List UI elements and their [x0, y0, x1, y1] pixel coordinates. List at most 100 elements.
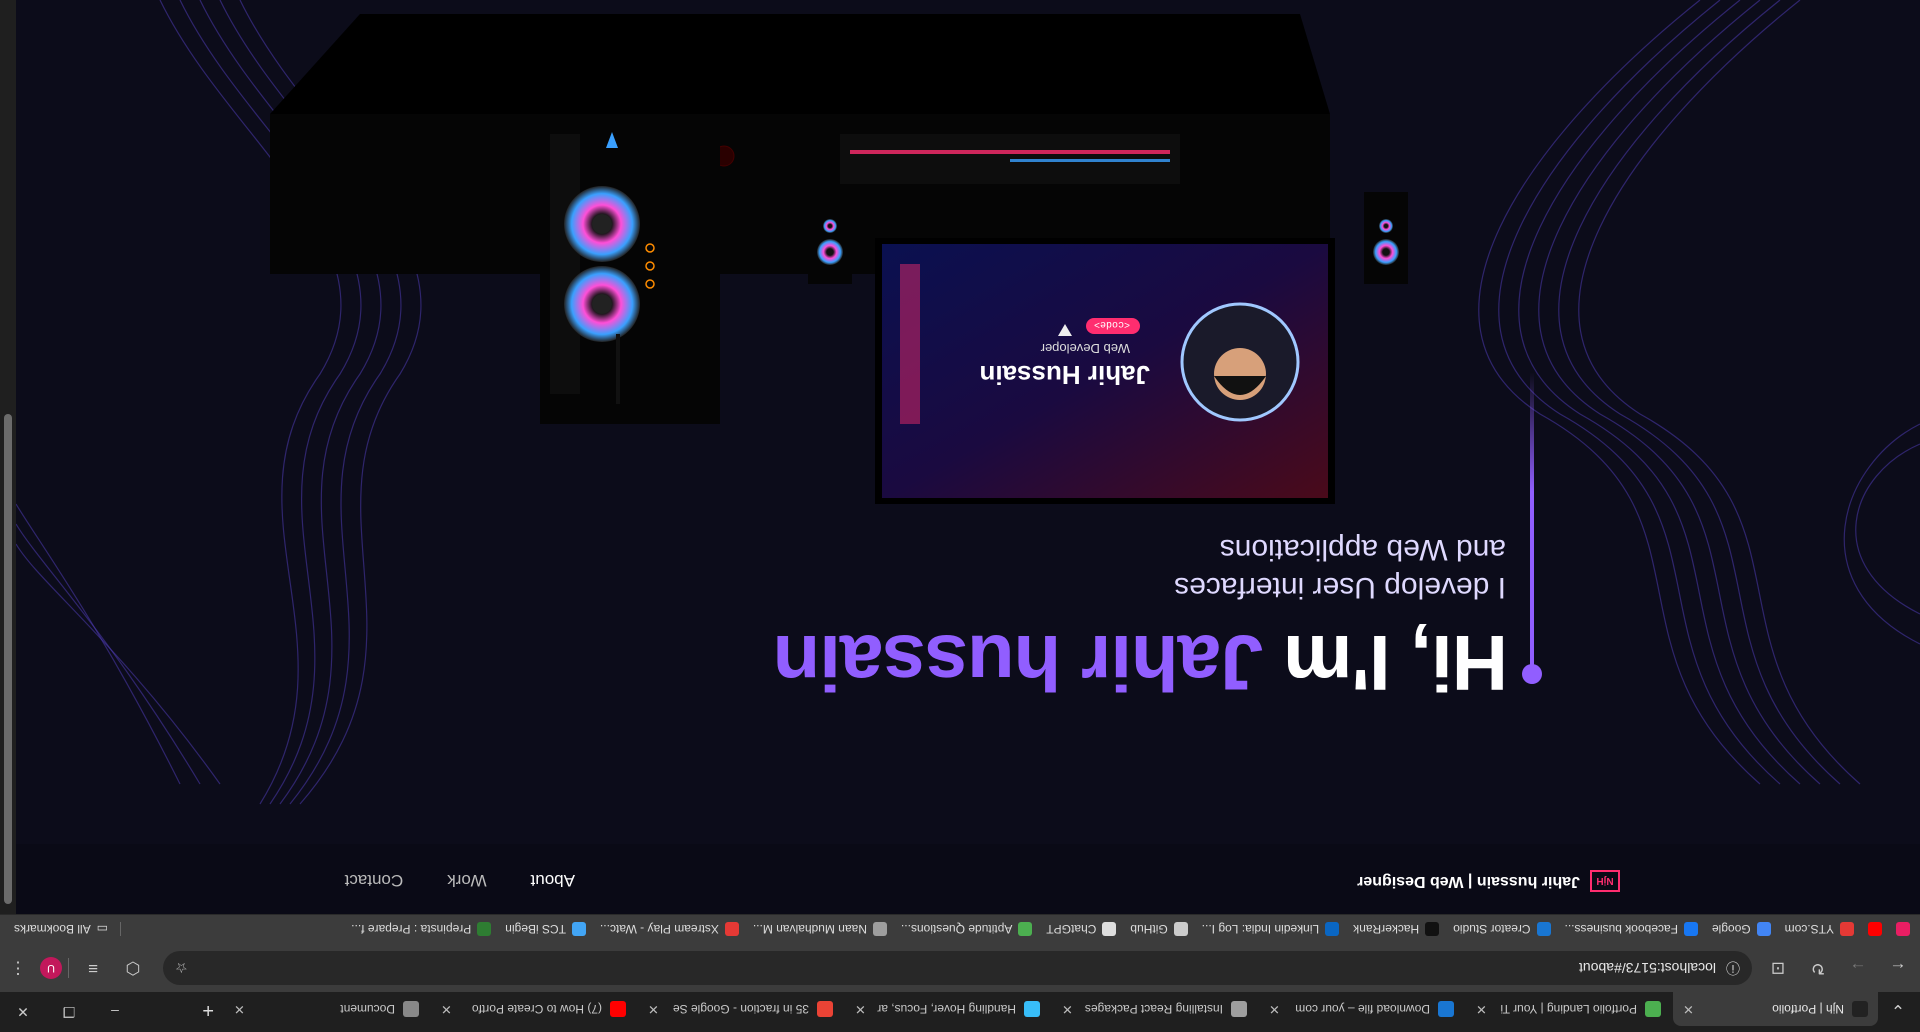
bookmark-6[interactable]: HackerRank: [1353, 922, 1440, 937]
bookmark-star-icon[interactable]: ☆: [175, 960, 188, 977]
tab-title: Document: [340, 1002, 395, 1016]
tab-title: 35 in fraction - Google Se: [672, 1002, 809, 1016]
screen: ⌄ Njh | Portfolio ✕ Portfolio Landing | Yo…: [0, 0, 1920, 1032]
tab-5[interactable]: 35 in fraction - Google Se ✕: [638, 992, 843, 1026]
bookmark-13[interactable]: TCS iBegin: [505, 922, 586, 937]
folder-icon: ▭: [96, 922, 109, 937]
url-text: localhost:5173/#about: [1579, 960, 1716, 976]
nav-link-about[interactable]: About: [531, 870, 575, 890]
menu-kebab-icon[interactable]: ⋮: [0, 950, 36, 986]
code-badge-text: <code>: [1094, 318, 1130, 330]
tab-2[interactable]: Download file – your com ✕: [1259, 992, 1464, 1026]
tab-7[interactable]: Document ✕: [224, 992, 429, 1026]
bookmark-11[interactable]: Naan Mudhalvan M...: [752, 922, 887, 937]
bookmark-10[interactable]: Aptitude Questions...: [901, 922, 1033, 937]
screen-neon: [900, 264, 920, 424]
tab-close-icon[interactable]: ✕: [1062, 1001, 1073, 1017]
bookmark-favicon-icon: [1536, 922, 1551, 937]
bookmark-1[interactable]: [1868, 922, 1882, 937]
bookmark-favicon-icon: [1173, 922, 1188, 937]
tab-favicon-icon: [403, 1001, 419, 1017]
window-controls: – ❐ ✕: [0, 992, 138, 1032]
tab-title: Portfolio Landing | Your Ti: [1500, 1002, 1637, 1016]
bookmark-label: Facebook business...: [1564, 922, 1678, 937]
tab-3[interactable]: Installing React Packages ✕: [1052, 992, 1257, 1026]
tab-title: Installing React Packages: [1084, 1002, 1223, 1016]
close-window-icon[interactable]: ✕: [0, 992, 46, 1032]
all-bookmarks[interactable]: ▭ All Bookmarks: [14, 922, 122, 937]
brand-text: Jahir hussain | Web Designer: [1357, 873, 1580, 890]
pc-cable: [616, 334, 620, 404]
site-logo[interactable]: NjH Jahir hussain | Web Designer: [1357, 870, 1620, 892]
tab-title: Download file – your com: [1295, 1002, 1430, 1016]
speaker-left-tweeter: [1379, 219, 1393, 233]
tab-close-icon[interactable]: ✕: [1269, 1001, 1280, 1017]
pc-tower-glass: [550, 134, 580, 394]
page-scrollbar[interactable]: [0, 0, 16, 914]
tab-close-icon[interactable]: ✕: [648, 1001, 659, 1017]
bookmark-9[interactable]: ChatGPT: [1046, 922, 1117, 937]
profile-avatar[interactable]: U: [40, 957, 62, 979]
tab-close-icon[interactable]: ✕: [441, 1001, 452, 1017]
tab-4[interactable]: Handling Hover, Focus, ar ✕: [845, 992, 1050, 1026]
reading-list-icon[interactable]: ≡: [75, 950, 111, 986]
nav-link-contact[interactable]: Contact: [345, 870, 404, 890]
pc-fan-top-hub: [592, 294, 612, 314]
bookmark-12[interactable]: Xstream Play - Watc...: [600, 922, 739, 937]
save-page-icon[interactable]: ⊡: [1760, 950, 1796, 986]
tab-favicon-icon: [1231, 1001, 1247, 1017]
tab-close-icon[interactable]: ✕: [1476, 1001, 1487, 1017]
bookmark-0[interactable]: [1896, 922, 1910, 937]
tab-search-icon[interactable]: ⌄: [1880, 992, 1916, 1028]
bookmark-favicon-icon: [571, 922, 586, 937]
new-tab-button[interactable]: +: [202, 998, 214, 1021]
nav-link-work[interactable]: Work: [447, 870, 486, 890]
bookmark-8[interactable]: GitHub: [1130, 922, 1188, 937]
bookmark-favicon-icon: [1325, 922, 1340, 937]
bookmark-14[interactable]: Prepinsta : Prepare f...: [351, 922, 492, 937]
speaker-right-woofer: [817, 239, 843, 265]
tab-close-icon[interactable]: ✕: [234, 1001, 245, 1017]
bookmark-favicon-icon: [1840, 922, 1854, 937]
desk-front: [270, 14, 1330, 114]
bookmark-2[interactable]: YTS.com: [1785, 922, 1854, 937]
tab-favicon-icon: [1024, 1001, 1040, 1017]
bookmark-7[interactable]: Linkedin India: Log I...: [1201, 922, 1340, 937]
monitor-role: Web Developer: [1040, 341, 1130, 356]
bookmark-label: TCS iBegin: [505, 922, 566, 937]
scrollbar-thumb[interactable]: [4, 414, 12, 904]
bookmark-5[interactable]: Creator Studio: [1453, 922, 1551, 937]
bookmark-3[interactable]: Google: [1712, 922, 1771, 937]
hero-subtitle-line-1: I develop User interfaces: [1174, 571, 1506, 604]
tab-title: Handling Hover, Focus, ar: [877, 1002, 1016, 1016]
bookmark-label: Naan Mudhalvan M...: [752, 922, 867, 937]
hero-headline: Hi, I'm Jahir hussain: [774, 617, 1508, 708]
bookmark-4[interactable]: Facebook business...: [1564, 922, 1698, 937]
tab-favicon-icon: [1852, 1001, 1868, 1017]
minimize-icon[interactable]: –: [92, 992, 138, 1032]
speaker-right-tweeter: [823, 219, 837, 233]
tab-6[interactable]: (7) How to Create Portfo ✕: [431, 992, 636, 1026]
reload-icon[interactable]: ↻: [1800, 950, 1836, 986]
restore-icon[interactable]: ❐: [46, 992, 92, 1032]
hero-section: Jahir Hussain Web Developer <code> Hi, I…: [16, 0, 1920, 844]
tab-favicon-icon: [817, 1001, 833, 1017]
tab-0[interactable]: Njh | Portfolio ✕: [1673, 992, 1878, 1026]
tab-close-icon[interactable]: ✕: [855, 1001, 866, 1017]
bookmark-favicon-icon: [1018, 922, 1033, 937]
tab-favicon-icon: [1645, 1001, 1661, 1017]
forward-icon[interactable]: →: [1840, 950, 1876, 986]
speaker-left: [1364, 192, 1408, 284]
address-bar[interactable]: ⓘ localhost:5173/#about ☆: [163, 951, 1752, 985]
site-info-icon[interactable]: ⓘ: [1726, 958, 1740, 978]
back-icon[interactable]: ←: [1880, 950, 1916, 986]
bookmark-label: Creator Studio: [1453, 922, 1531, 937]
page: NjH Jahir hussain | Web Designer About W…: [16, 0, 1920, 914]
bookmark-label: Linkedin India: Log I...: [1201, 922, 1320, 937]
speaker-right: [808, 192, 852, 284]
tab-close-icon[interactable]: ✕: [1683, 1001, 1694, 1017]
tab-title: (7) How to Create Portfo: [471, 1002, 602, 1016]
tab-1[interactable]: Portfolio Landing | Your Ti ✕: [1466, 992, 1671, 1026]
extensions-icon[interactable]: ⬡: [115, 950, 151, 986]
bookmark-favicon-icon: [1896, 922, 1910, 937]
